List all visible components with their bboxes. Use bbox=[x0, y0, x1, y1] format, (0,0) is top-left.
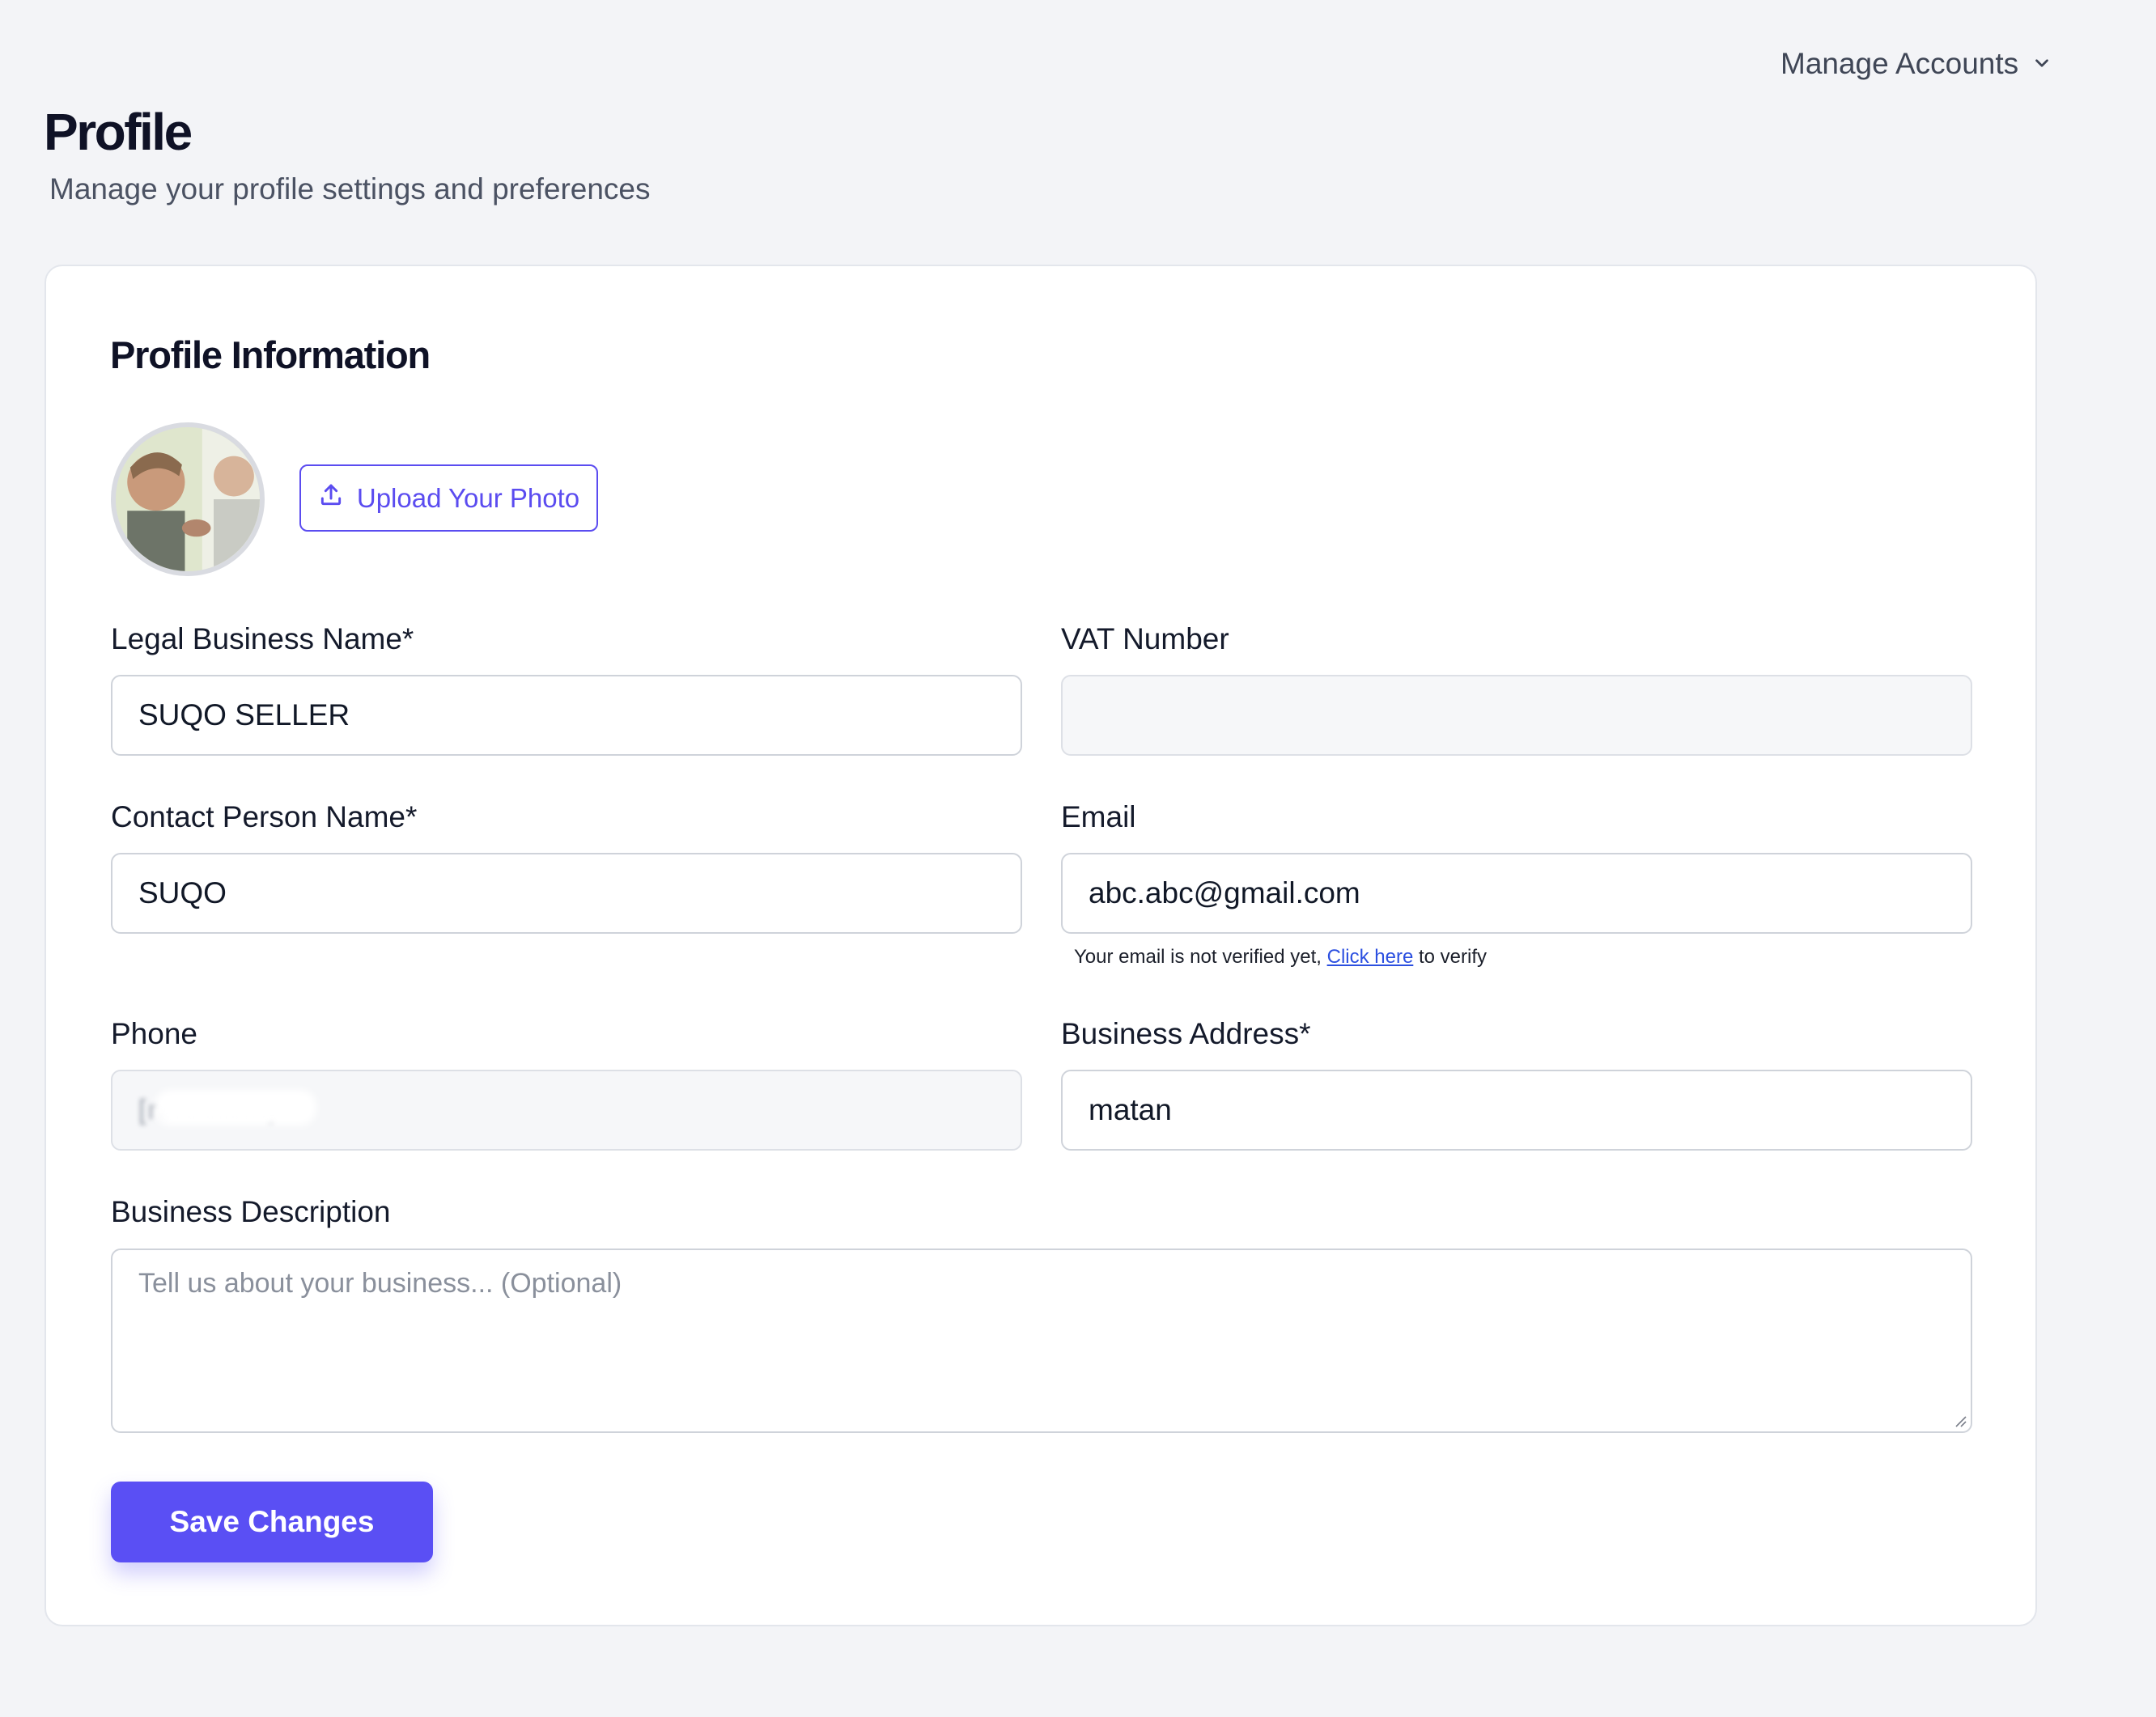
business-address-label: Business Address* bbox=[1061, 1017, 1311, 1050]
email-verify-link[interactable]: Click here bbox=[1327, 946, 1414, 968]
manage-accounts-label: Manage Accounts bbox=[1780, 47, 2019, 80]
vat-number-label: VAT Number bbox=[1061, 622, 1229, 655]
manage-accounts-dropdown[interactable]: Manage Accounts bbox=[1780, 47, 2052, 81]
email-value: abc.abc@gmail.com bbox=[1089, 876, 1360, 909]
email-label: Email bbox=[1061, 800, 1136, 833]
phone-value: [redacted] bbox=[138, 1094, 278, 1126]
profile-information-card: Profile Information Upload Your Photo Le… bbox=[45, 265, 2037, 1626]
email-field[interactable]: abc.abc@gmail.com bbox=[1061, 853, 1972, 934]
legal-business-name-input[interactable]: SUQO SELLER bbox=[111, 675, 1022, 756]
legal-business-name-value: SUQO SELLER bbox=[138, 698, 350, 731]
business-description-textarea[interactable]: Tell us about your business... (Optional… bbox=[111, 1249, 1972, 1433]
business-address-input[interactable]: matan bbox=[1061, 1070, 1972, 1151]
contact-person-name-input[interactable]: SUQO bbox=[111, 853, 1022, 934]
business-description-placeholder: Tell us about your business... (Optional… bbox=[138, 1268, 622, 1299]
email-verify-prefix: Your email is not verified yet, bbox=[1074, 946, 1322, 968]
phone-label: Phone bbox=[111, 1017, 197, 1050]
business-description-label: Business Description bbox=[111, 1195, 391, 1228]
page-title: Profile bbox=[44, 103, 193, 161]
contact-person-name-label: Contact Person Name* bbox=[111, 800, 418, 833]
card-title: Profile Information bbox=[110, 333, 431, 376]
upload-photo-button[interactable]: Upload Your Photo bbox=[299, 464, 598, 532]
contact-person-name-value: SUQO bbox=[138, 876, 227, 909]
upload-icon bbox=[318, 482, 344, 515]
save-changes-label: Save Changes bbox=[169, 1505, 375, 1538]
avatar bbox=[111, 422, 265, 576]
legal-business-name-label: Legal Business Name* bbox=[111, 622, 414, 655]
vat-number-input[interactable] bbox=[1061, 675, 1972, 756]
business-address-value: matan bbox=[1089, 1093, 1172, 1126]
phone-input[interactable]: [redacted] bbox=[111, 1070, 1022, 1151]
email-verify-note: Your email is not verified yet, Click he… bbox=[1074, 946, 1487, 969]
page-subtitle: Manage your profile settings and prefere… bbox=[49, 172, 651, 206]
email-verify-suffix: to verify bbox=[1418, 946, 1488, 968]
resize-handle[interactable] bbox=[1953, 1414, 1967, 1428]
upload-photo-label: Upload Your Photo bbox=[356, 482, 580, 513]
chevron-down-icon bbox=[2031, 47, 2052, 81]
save-changes-button[interactable]: Save Changes bbox=[111, 1482, 433, 1562]
